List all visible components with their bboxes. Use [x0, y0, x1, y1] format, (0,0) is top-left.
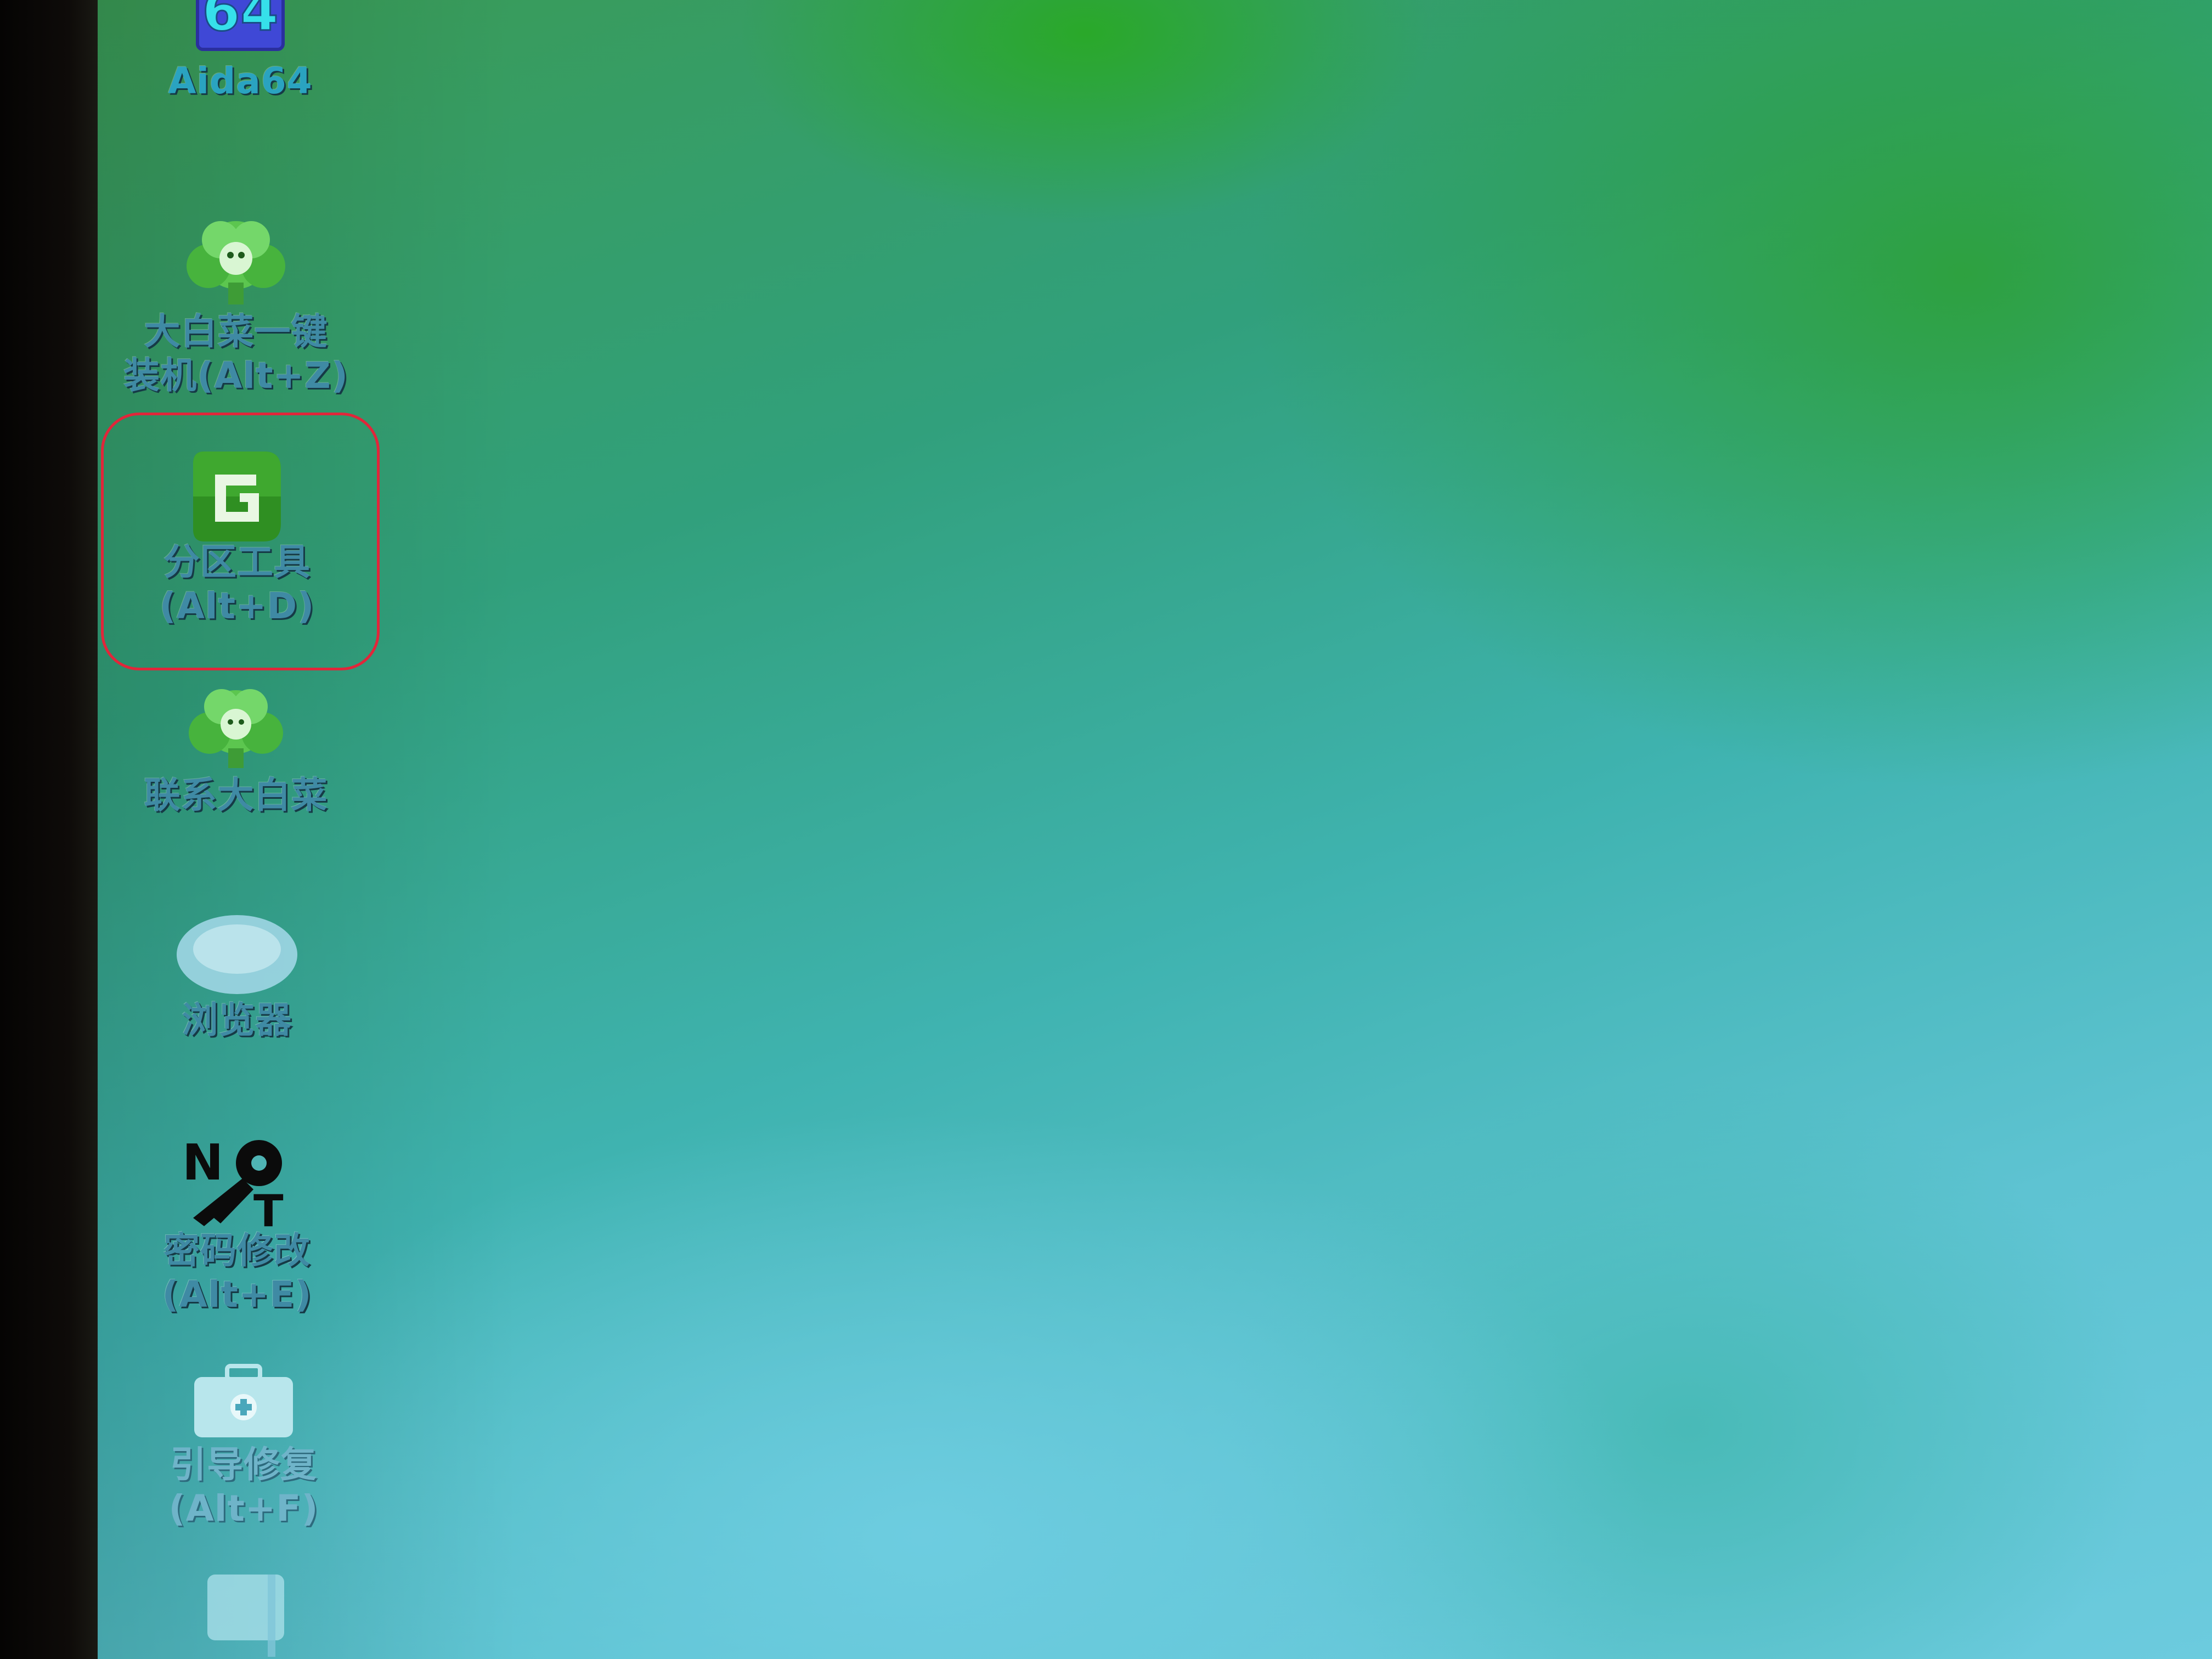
- icon-label-dabaicai-install: 大白菜一键 装机(Alt+Z): [123, 311, 348, 397]
- desktop-icon-boot-repair[interactable]: 引导修复 (Alt+F): [101, 1361, 386, 1531]
- contact-dabaicai-icon: [189, 689, 283, 768]
- desktop-icon-password-change[interactable]: N T 密码修改 (Alt+E): [98, 1136, 380, 1317]
- icon-label-password-change: 密码修改 (Alt+E): [162, 1229, 312, 1316]
- icon-label-aida64: Aida64: [168, 60, 313, 102]
- desktop-icon-dabaicai-install[interactable]: 大白菜一键 装机(Alt+Z): [98, 211, 379, 398]
- desktop: 64 Aida64 大白菜一键 装机(Alt+Z) 分区工具 (Alt+D) 联…: [98, 0, 2212, 1659]
- desktop-icon-contact-dabaicai[interactable]: 联系大白菜: [98, 680, 379, 817]
- icon-label-boot-repair: 引导修复 (Alt+F): [168, 1443, 319, 1530]
- partial-icon: [207, 1575, 284, 1657]
- monitor-bezel: [0, 0, 99, 1659]
- icon-label-partition-tool: 分区工具 (Alt+D): [159, 541, 315, 627]
- svg-text:T: T: [253, 1186, 284, 1229]
- password-change-icon: N T: [182, 1136, 284, 1229]
- dabaicai-install-icon: [187, 221, 285, 304]
- aida64-glyph: 64: [202, 0, 278, 43]
- boot-repair-icon: [194, 1364, 293, 1437]
- desktop-icon-aida64[interactable]: 64 Aida64: [98, 0, 383, 103]
- aida64-icon: 64: [196, 0, 285, 51]
- desktop-icon-partial[interactable]: [98, 1564, 383, 1659]
- desktop-icon-partition-tool[interactable]: 分区工具 (Alt+D): [98, 447, 380, 628]
- icon-label-browser: 浏览器: [182, 999, 292, 1041]
- screen-vignette: [98, 0, 2212, 1659]
- partition-tool-icon: [193, 452, 281, 541]
- icon-label-contact-dabaicai: 联系大白菜: [144, 774, 328, 816]
- desktop-icon-browser[interactable]: 浏览器: [98, 911, 380, 1042]
- browser-icon: [177, 915, 297, 994]
- svg-text:N: N: [182, 1136, 223, 1192]
